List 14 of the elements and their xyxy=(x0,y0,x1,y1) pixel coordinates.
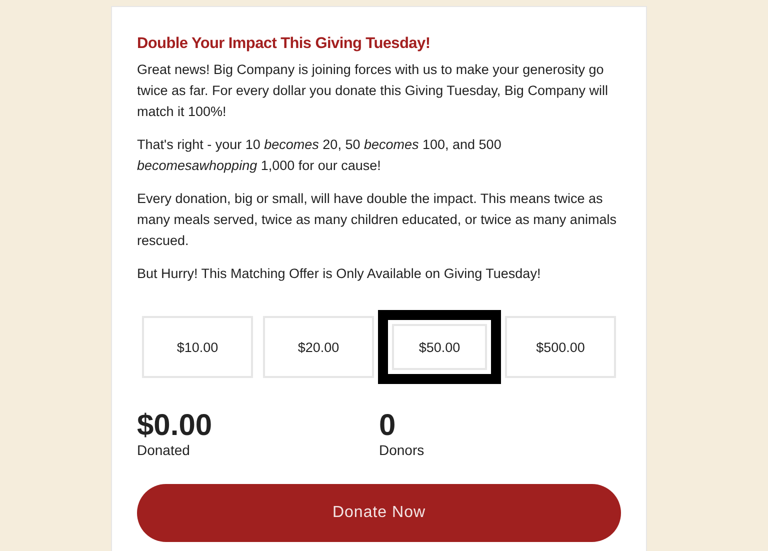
stat-value: 0 xyxy=(379,410,397,442)
amount-option[interactable]: $10.00 xyxy=(142,316,253,378)
heading: Double Your Impact This Giving Tuesday! xyxy=(137,35,432,53)
amount-option[interactable]: $20.00 xyxy=(263,316,374,378)
paragraph: Every donation, big or small, will have double the impact. This means twice as many meals served, twice as many children educated, or twice as many animals rescued. xyxy=(137,190,618,250)
amount-option[interactable]: $500.00 xyxy=(505,316,616,378)
amount-option[interactable]: $50.00 xyxy=(378,310,501,384)
stat-value: $0.00 xyxy=(137,410,214,442)
stat-label: Donors xyxy=(379,442,426,458)
paragraph: That's right - your 10 becomes 20, 50 becomes 100, and 500 becomesawhopping 1,000 for our cause! xyxy=(137,136,502,175)
paragraph: Great news! Big Company is joining forces with us to make your generosity go twice as far. For every dollar you donate this Giving Tuesday, Big Company will match it 100%! xyxy=(137,61,609,121)
donate-button[interactable]: Donate Now xyxy=(137,484,621,542)
paragraph: But Hurry! This Matching Offer is Only Available on Giving Tuesday! xyxy=(137,265,542,283)
stat-label: Donated xyxy=(137,442,191,458)
